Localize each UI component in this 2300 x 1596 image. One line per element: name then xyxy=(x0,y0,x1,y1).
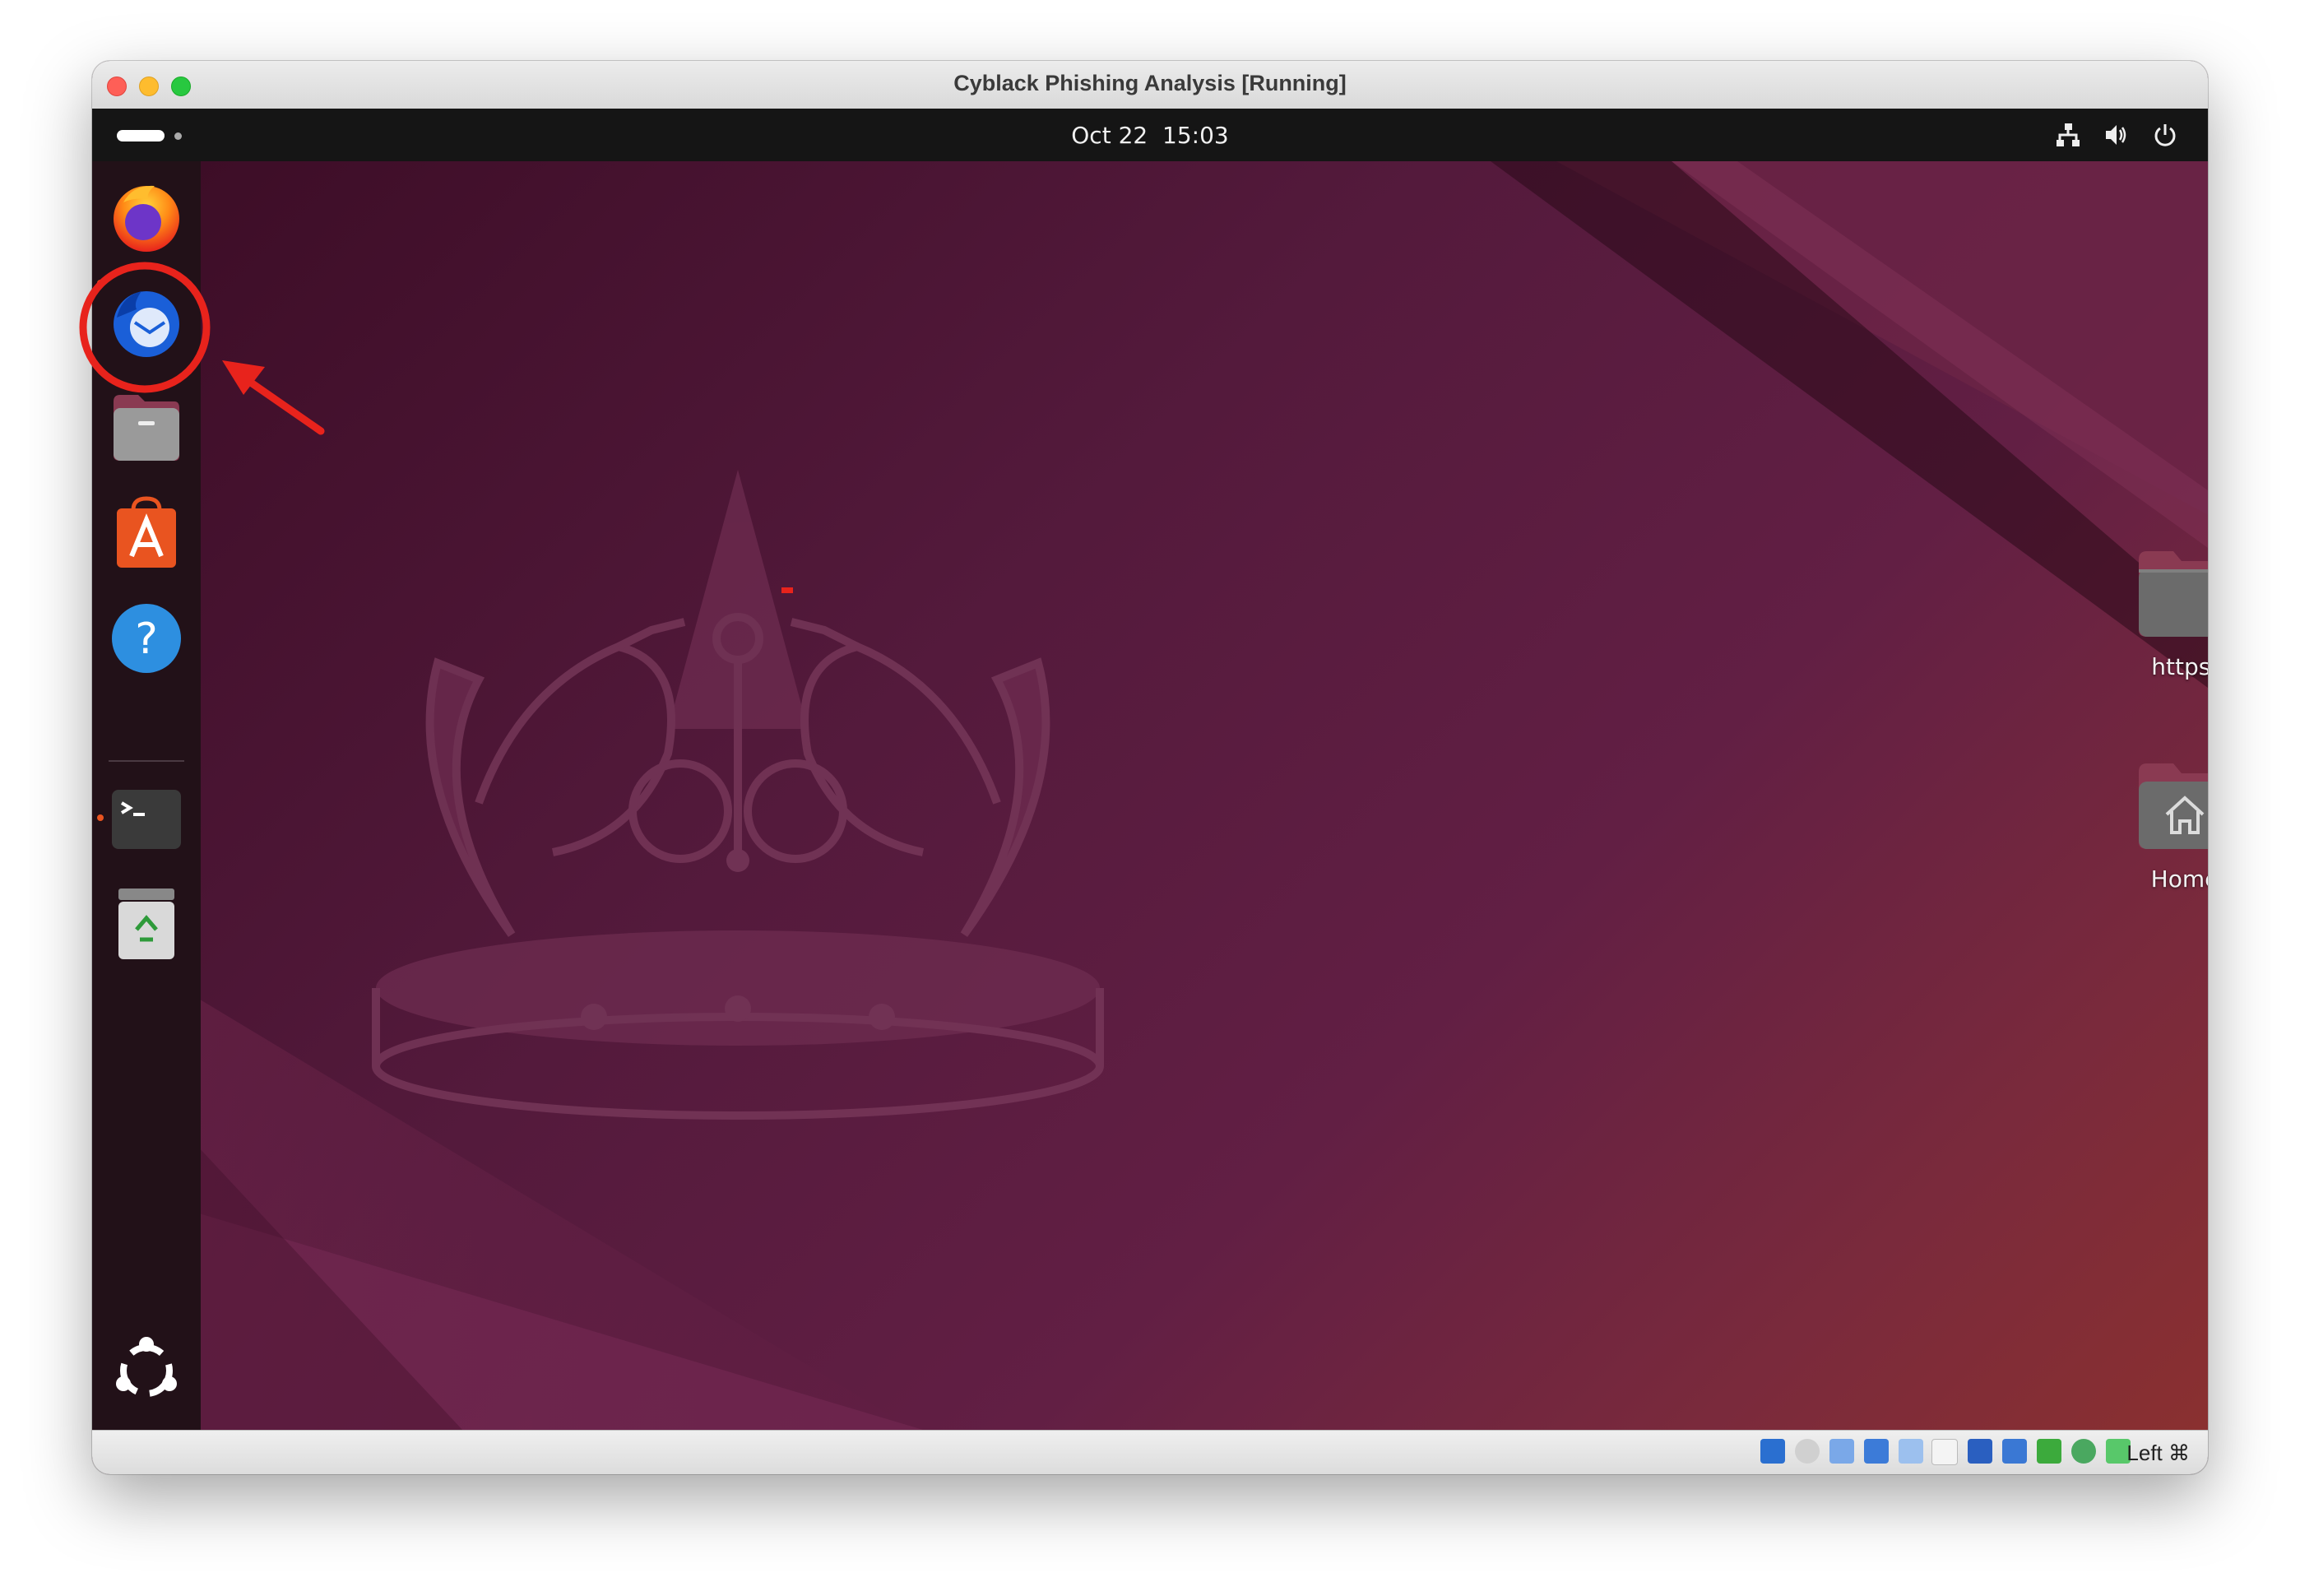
usb-icon[interactable] xyxy=(1899,1439,1923,1464)
network-icon xyxy=(2055,122,2081,148)
vm-window: Cyblack Phishing Analysis [Running] http… xyxy=(92,61,2208,1474)
window-titlebar[interactable]: Cyblack Phishing Analysis [Running] xyxy=(92,61,2208,109)
gnome-topbar: Oct 22 15:03 xyxy=(92,109,2208,161)
red-mark xyxy=(781,587,793,593)
running-indicator xyxy=(97,814,104,821)
crown-emblem xyxy=(372,470,1104,1120)
help-icon: ? xyxy=(112,604,181,673)
desktop-icon-label: https: xyxy=(2151,653,2208,680)
clock[interactable]: Oct 22 15:03 xyxy=(92,122,2208,149)
window-title: Cyblack Phishing Analysis [Running] xyxy=(953,71,1347,95)
dock-item-terminal[interactable] xyxy=(109,780,184,856)
firefox-icon xyxy=(114,185,179,252)
files-icon xyxy=(114,395,179,461)
desktop-icon-label: Home xyxy=(2150,865,2208,893)
mouse-integration-icon[interactable] xyxy=(2071,1439,2096,1464)
clock-time: 15:03 xyxy=(1162,122,1229,149)
optical-drive-icon[interactable] xyxy=(1795,1439,1820,1464)
trash-icon xyxy=(118,888,174,959)
display-icon[interactable] xyxy=(1968,1439,1992,1464)
cpu-icon[interactable] xyxy=(2037,1439,2061,1464)
dock-separator xyxy=(109,760,184,762)
desktop-icon-home[interactable]: Home xyxy=(2111,760,2208,893)
ubuntu-dock: ? xyxy=(92,161,201,1430)
home-folder-icon xyxy=(2139,763,2208,849)
volume-icon xyxy=(2103,122,2129,148)
hard-disk-icon[interactable] xyxy=(1760,1439,1785,1464)
dock-item-files[interactable] xyxy=(109,390,184,466)
network-adapter-icon[interactable] xyxy=(1864,1439,1889,1464)
app-center-icon xyxy=(117,496,176,568)
shared-folders-icon[interactable] xyxy=(1931,1439,1958,1465)
folder-icon xyxy=(2139,551,2208,637)
power-icon xyxy=(2152,122,2178,148)
running-indicator xyxy=(97,280,104,286)
dock-item-help[interactable]: ? xyxy=(109,601,184,676)
desktop[interactable]: https: Home xyxy=(92,161,2208,1430)
dock-item-thunderbird[interactable] xyxy=(109,285,184,360)
desktop-icon-https[interactable]: https: xyxy=(2111,548,2208,680)
terminal-icon xyxy=(112,790,181,849)
thunderbird-icon xyxy=(114,291,179,357)
dock-item-trash[interactable] xyxy=(109,885,184,961)
ubuntu-logo-icon xyxy=(116,1337,177,1397)
show-apps-button[interactable] xyxy=(109,1333,184,1408)
dock-item-firefox[interactable] xyxy=(109,178,184,253)
svg-text:?: ? xyxy=(135,615,158,664)
clock-date: Oct 22 xyxy=(1071,122,1148,149)
host-key-label: Left ⌘ xyxy=(2126,1441,2190,1465)
wallpaper xyxy=(92,161,2208,1430)
vm-statusbar: Left ⌘ xyxy=(92,1430,2208,1474)
recording-icon[interactable] xyxy=(2002,1439,2027,1464)
audio-icon[interactable] xyxy=(1829,1439,1854,1464)
dock-item-app-center[interactable] xyxy=(109,495,184,571)
